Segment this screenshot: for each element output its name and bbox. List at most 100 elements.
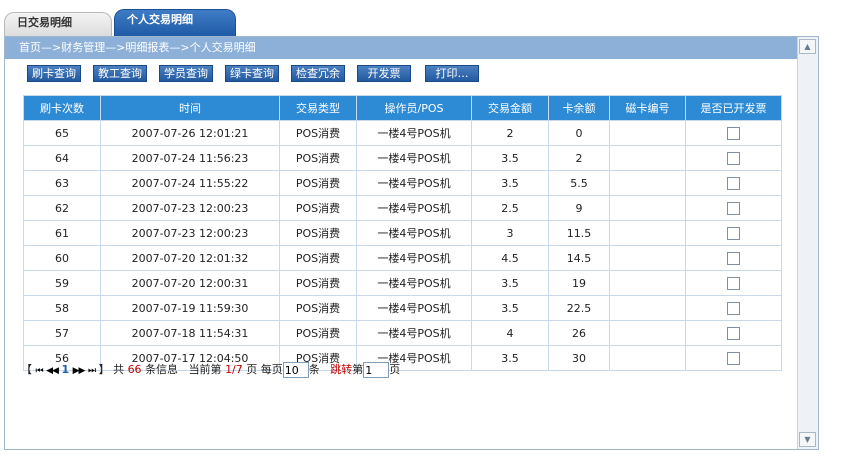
invoice-checkbox[interactable] xyxy=(727,126,740,140)
green-card-query-button[interactable]: 绿卡查询 xyxy=(225,65,279,82)
cell-balance: 26 xyxy=(548,320,610,346)
cell-invoiced xyxy=(685,220,782,246)
current-suffix: 页 xyxy=(246,363,258,376)
cell-card-number xyxy=(609,295,686,321)
cell-balance: 30 xyxy=(548,345,610,371)
cell-balance: 5.5 xyxy=(548,170,610,196)
first-page-icon[interactable]: ⏮ xyxy=(36,366,44,376)
cell-swipe-count: 57 xyxy=(23,320,101,346)
cell-balance: 22.5 xyxy=(548,295,610,321)
next-page-icon[interactable]: ▶▶ xyxy=(73,366,86,376)
cell-invoiced xyxy=(685,195,782,221)
cell-amount: 3.5 xyxy=(471,345,549,371)
cell-swipe-count: 64 xyxy=(23,145,101,171)
cell-operator-pos: 一楼4号POS机 xyxy=(356,145,472,171)
staff-query-button[interactable]: 教工查询 xyxy=(93,65,147,82)
invoice-checkbox[interactable] xyxy=(727,276,740,290)
cell-card-number xyxy=(609,320,686,346)
cell-time: 2007-07-20 12:00:31 xyxy=(100,270,280,296)
student-query-button[interactable]: 学员查询 xyxy=(159,65,213,82)
table-row: 64 2007-07-24 11:56:23 POS消费 一楼4号POS机 3.5 2 xyxy=(23,145,782,171)
cell-invoiced xyxy=(685,120,782,146)
jump-page-input[interactable] xyxy=(363,362,390,378)
cell-swipe-count: 59 xyxy=(23,270,101,296)
check-redundancy-button[interactable]: 检查冗余 xyxy=(291,65,345,82)
cell-card-number xyxy=(609,270,686,296)
per-page-prefix: 每页 xyxy=(260,363,283,376)
cell-balance: 9 xyxy=(548,195,610,221)
per-page-input[interactable] xyxy=(282,362,309,378)
cell-amount: 3.5 xyxy=(471,145,549,171)
cell-amount: 3.5 xyxy=(471,295,549,321)
last-page-icon[interactable]: ⏭ xyxy=(88,366,96,376)
cell-swipe-count: 63 xyxy=(23,170,101,196)
cell-transaction-type: POS消费 xyxy=(279,270,357,296)
cell-amount: 2 xyxy=(471,120,549,146)
col-amount[interactable]: 交易金额 xyxy=(471,95,549,121)
cell-operator-pos: 一楼4号POS机 xyxy=(356,195,472,221)
cell-operator-pos: 一楼4号POS机 xyxy=(356,295,472,321)
cell-invoiced xyxy=(685,270,782,296)
cell-operator-pos: 一楼4号POS机 xyxy=(356,170,472,196)
jump-suffix: 页 xyxy=(389,363,401,376)
content-panel: 首页—>财务管理—>明细报表—>个人交易明细 ▲ ▼ 刷卡查询 教工查询 学员查… xyxy=(4,36,819,450)
cell-invoiced xyxy=(685,245,782,271)
cell-transaction-type: POS消费 xyxy=(279,295,357,321)
page-link[interactable]: 1 xyxy=(61,363,69,376)
cell-time: 2007-07-24 11:56:23 xyxy=(100,145,280,171)
invoice-checkbox[interactable] xyxy=(727,151,740,165)
issue-invoice-button[interactable]: 开发票 xyxy=(357,65,411,82)
cell-transaction-type: POS消费 xyxy=(279,170,357,196)
cell-operator-pos: 一楼4号POS机 xyxy=(356,220,472,246)
cell-time: 2007-07-24 11:55:22 xyxy=(100,170,280,196)
tab-daily-details[interactable]: 日交易明细 xyxy=(4,12,112,36)
cell-operator-pos: 一楼4号POS机 xyxy=(356,270,472,296)
pagination: 【 ⏮ ◀◀ 1 ▶▶ ⏭ 】 共 66 条信息 当前第 1/7 页 每页 条 跳… xyxy=(21,361,400,379)
col-invoiced[interactable]: 是否已开发票 xyxy=(685,95,782,121)
invoice-checkbox[interactable] xyxy=(727,301,740,315)
cell-balance: 2 xyxy=(548,145,610,171)
total-count: 66 xyxy=(127,363,142,376)
col-balance[interactable]: 卡余额 xyxy=(548,95,610,121)
invoice-checkbox[interactable] xyxy=(727,226,740,240)
cell-transaction-type: POS消费 xyxy=(279,145,357,171)
invoice-checkbox[interactable] xyxy=(727,351,740,365)
pager-open-bracket: 【 xyxy=(21,363,32,376)
invoice-checkbox[interactable] xyxy=(727,326,740,340)
scroll-down-icon[interactable]: ▼ xyxy=(799,432,816,447)
print-button[interactable]: 打印… xyxy=(425,65,479,82)
table-row: 65 2007-07-26 12:01:21 POS消费 一楼4号POS机 2 0 xyxy=(23,120,782,146)
cell-transaction-type: POS消费 xyxy=(279,220,357,246)
cell-amount: 4 xyxy=(471,320,549,346)
invoice-checkbox[interactable] xyxy=(727,201,740,215)
invoice-checkbox[interactable] xyxy=(727,251,740,265)
vertical-scrollbar[interactable]: ▲ ▼ xyxy=(797,37,818,449)
jump-link[interactable]: 跳转 xyxy=(330,363,352,376)
cell-amount: 3.5 xyxy=(471,270,549,296)
total-suffix: 条信息 xyxy=(145,363,179,376)
cell-card-number xyxy=(609,245,686,271)
cell-amount: 2.5 xyxy=(471,195,549,221)
cell-invoiced xyxy=(685,320,782,346)
tab-personal-details[interactable]: 个人交易明细 xyxy=(114,9,236,36)
col-transaction-type[interactable]: 交易类型 xyxy=(279,95,357,121)
cell-transaction-type: POS消费 xyxy=(279,245,357,271)
col-time[interactable]: 时间 xyxy=(100,95,280,121)
cell-invoiced xyxy=(685,345,782,371)
cell-card-number xyxy=(609,195,686,221)
col-card-number[interactable]: 磁卡编号 xyxy=(609,95,686,121)
col-operator-pos[interactable]: 操作员/POS xyxy=(356,95,472,121)
col-swipe-count[interactable]: 刷卡次数 xyxy=(23,95,101,121)
cell-transaction-type: POS消费 xyxy=(279,195,357,221)
cell-amount: 3 xyxy=(471,220,549,246)
cell-balance: 0 xyxy=(548,120,610,146)
swipe-query-button[interactable]: 刷卡查询 xyxy=(27,65,81,82)
cell-amount: 3.5 xyxy=(471,170,549,196)
cell-time: 2007-07-19 11:59:30 xyxy=(100,295,280,321)
current-page: 1/7 xyxy=(225,363,243,376)
cell-balance: 14.5 xyxy=(548,245,610,271)
invoice-checkbox[interactable] xyxy=(727,176,740,190)
cell-balance: 11.5 xyxy=(548,220,610,246)
scroll-up-icon[interactable]: ▲ xyxy=(799,39,816,54)
prev-page-icon[interactable]: ◀◀ xyxy=(46,366,59,376)
